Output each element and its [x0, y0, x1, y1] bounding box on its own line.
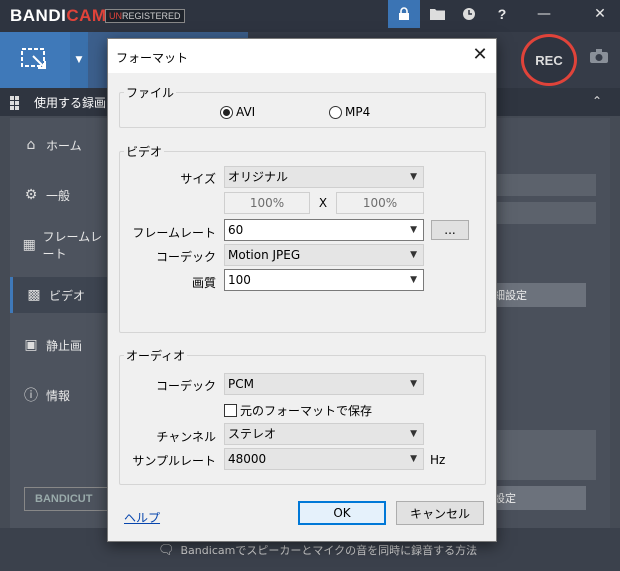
chevron-up-icon[interactable]: ⌃ — [592, 94, 602, 108]
samplerate-value: 48000 — [228, 452, 267, 466]
sidebar-item-label: ホーム — [46, 138, 82, 153]
sidebar-item-framerate[interactable]: ▦ フレームレート — [10, 227, 110, 263]
sidebar-item-label: 静止画 — [46, 338, 83, 353]
bg-field — [490, 202, 596, 224]
codec-value: Motion JPEG — [228, 248, 301, 262]
info-icon: ⓘ — [24, 388, 38, 404]
sidebar-item-label: 情報 — [46, 388, 71, 403]
format-dialog: フォーマット ✕ ファイル AVI MP4 ビデオ サイズ オリジナル ▼ 100… — [107, 38, 497, 542]
sidebar-item-general[interactable]: ⚙ 一般 — [10, 177, 110, 213]
help-link[interactable]: ヘルプ — [124, 509, 160, 526]
bg-setting-button[interactable]: 設定 — [490, 486, 586, 510]
samplerate-select[interactable]: 48000 ▼ — [224, 448, 424, 470]
size-label: サイズ — [180, 172, 216, 186]
bg-field — [490, 174, 596, 196]
checkbox-box — [224, 404, 237, 417]
channel-value: ステレオ — [228, 427, 277, 441]
unregistered-badge: UNREGISTERED — [105, 9, 185, 23]
audio-codec-value: PCM — [228, 377, 254, 391]
x-separator: X — [318, 196, 328, 210]
size-select[interactable]: オリジナル ▼ — [224, 166, 424, 188]
camera-icon[interactable] — [589, 48, 611, 66]
home-icon: ⌂ — [26, 137, 36, 153]
clock-icon[interactable] — [453, 0, 485, 28]
framerate-icon: ▦ — [22, 237, 36, 253]
section-title: 使用する録画モ — [34, 96, 119, 110]
bandicut-button[interactable]: BANDICUT — [24, 487, 110, 511]
minimize-icon[interactable]: — — [528, 0, 560, 28]
chevron-down-icon: ▼ — [410, 454, 417, 464]
close-window-icon[interactable]: ✕ — [584, 0, 616, 28]
channel-select[interactable]: ステレオ ▼ — [224, 423, 424, 445]
grid-icon — [10, 96, 24, 110]
sidebar-item-image[interactable]: ▣ 静止画 — [10, 327, 110, 363]
height-field: 100% — [336, 192, 424, 214]
dialog-title: フォーマット — [116, 51, 189, 65]
keep-format-checkbox[interactable]: 元のフォーマットで保存 — [224, 402, 372, 419]
video-group-legend: ビデオ — [126, 145, 163, 159]
audio-group-legend: オーディオ — [126, 349, 186, 363]
footer-tip-text: Bandicamでスピーカーとマイクの音を同時に録音する方法 — [180, 544, 478, 557]
screen-mode-button[interactable] — [0, 32, 70, 88]
cancel-button[interactable]: キャンセル — [396, 501, 484, 525]
rec-button[interactable]: REC — [521, 34, 577, 86]
framerate-label: フレームレート — [132, 226, 216, 240]
gear-icon: ⚙ — [24, 187, 38, 203]
sidebar-item-label: フレームレート — [42, 230, 103, 261]
quality-label: 画質 — [191, 276, 216, 290]
bg-field — [490, 430, 596, 480]
ok-button[interactable]: OK — [298, 501, 386, 525]
lock-icon[interactable] — [388, 0, 420, 28]
chevron-down-icon: ▼ — [410, 250, 417, 260]
folder-icon[interactable] — [421, 0, 453, 28]
file-group: ファイル — [119, 84, 486, 128]
width-field: 100% — [224, 192, 310, 214]
bg-detail-button[interactable]: 細設定 — [490, 283, 586, 307]
chat-bubble-icon: 🗨 — [158, 542, 175, 558]
sidebar-item-label: ビデオ — [49, 288, 86, 303]
framerate-combo[interactable]: 60 ▼ — [224, 219, 424, 241]
framerate-more-button[interactable]: ... — [431, 220, 469, 240]
video-settings-icon: ▩ — [27, 287, 41, 303]
help-icon[interactable]: ? — [486, 0, 518, 28]
audio-codec-select[interactable]: PCM ▼ — [224, 373, 424, 395]
checkbox-label: 元のフォーマットで保存 — [240, 404, 373, 418]
size-value: オリジナル — [228, 170, 289, 184]
codec-select[interactable]: Motion JPEG ▼ — [224, 244, 424, 266]
chevron-down-icon: ▼ — [410, 172, 417, 182]
radio-label: AVI — [236, 105, 256, 119]
radio-label: MP4 — [345, 105, 371, 119]
chevron-down-icon: ▼ — [410, 379, 417, 389]
chevron-down-icon: ▼ — [410, 225, 417, 235]
sidebar-item-video[interactable]: ▩ ビデオ — [10, 277, 110, 313]
radio-avi[interactable]: AVI — [220, 105, 255, 119]
radio-mp4[interactable]: MP4 — [329, 105, 370, 119]
chevron-down-icon[interactable]: ▼ — [70, 32, 88, 88]
quality-value: 100 — [228, 273, 251, 287]
sidebar-item-label: 一般 — [46, 188, 71, 203]
framerate-value: 60 — [228, 223, 244, 237]
sidebar-item-home[interactable]: ⌂ ホーム — [10, 127, 110, 163]
dialog-title-bar: フォーマット ✕ — [108, 39, 496, 73]
brand-logo: BANDICAM — [10, 6, 107, 25]
channel-label: チャンネル — [156, 430, 216, 444]
audio-codec-label: コーデック — [155, 379, 216, 393]
footer-tip[interactable]: 🗨 Bandicamでスピーカーとマイクの音を同時に録音する方法 — [158, 542, 477, 558]
quality-combo[interactable]: 100 ▼ — [224, 269, 424, 291]
codec-label: コーデック — [155, 250, 216, 264]
samplerate-unit: Hz — [430, 453, 446, 467]
sidebar-item-info[interactable]: ⓘ 情報 — [10, 377, 110, 413]
samplerate-label: サンプルレート — [132, 454, 216, 468]
chevron-down-icon: ▼ — [410, 429, 417, 439]
image-icon: ▣ — [24, 337, 38, 353]
file-group-legend: ファイル — [126, 86, 175, 100]
chevron-down-icon: ▼ — [410, 275, 417, 285]
close-icon[interactable]: ✕ — [468, 44, 492, 68]
